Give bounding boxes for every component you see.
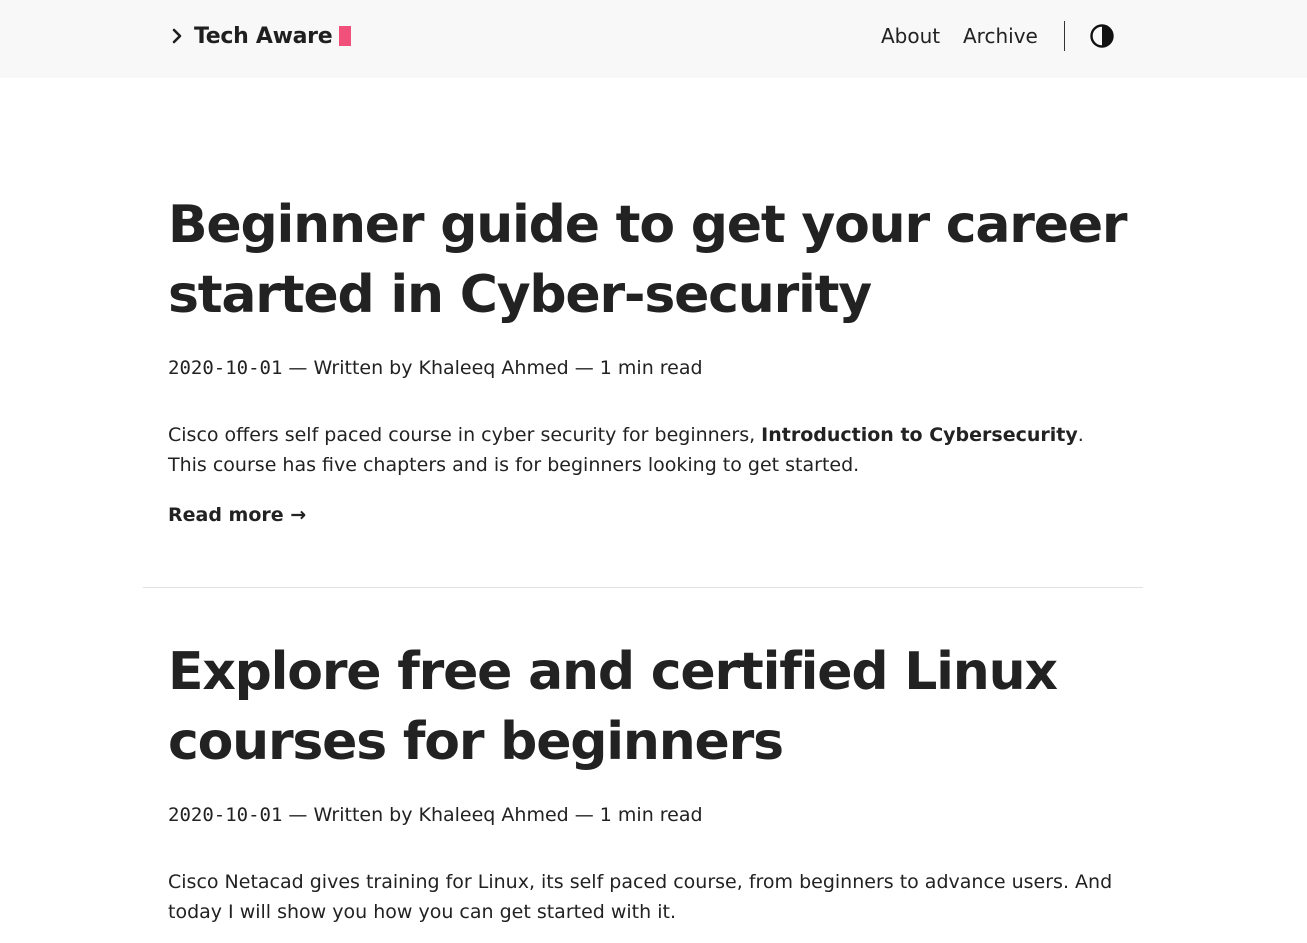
post-title-line-2: started in Cyber-security [168, 265, 872, 325]
nav-about-wrap: About [881, 22, 940, 50]
post-card: Explore free and certified Linux courses… [168, 637, 1128, 927]
post-title[interactable]: Beginner guide to get your career starte… [168, 190, 1128, 330]
post-meta-details: — Written by Khaleeq Ahmed — 1 min read [282, 357, 703, 379]
post-title-line-1: Beginner guide to get your career [168, 195, 1128, 255]
contrast-icon[interactable] [1089, 23, 1115, 49]
post-summary: Cisco Netacad gives training for Linux, … [168, 871, 1113, 923]
read-more-link[interactable]: Read more → [168, 504, 306, 526]
nav-link-about[interactable]: About [881, 24, 940, 48]
brand-logo-link[interactable]: Tech Aware [168, 22, 352, 50]
nav-link-archive[interactable]: Archive [963, 24, 1038, 48]
post-card: Beginner guide to get your career starte… [168, 190, 1128, 526]
post-separator [143, 587, 1143, 588]
brand-name: Tech Aware [194, 23, 333, 49]
nav-archive-wrap: Archive [963, 22, 1038, 50]
post-title[interactable]: Explore free and certified Linux courses… [168, 637, 1128, 777]
post-summary-text-1: Cisco offers self paced course in cyber … [168, 424, 762, 446]
post-summary-bold: Introduction to Cybersecurity [761, 424, 1078, 446]
chevron-right-icon [172, 28, 182, 44]
nav-divider [1064, 21, 1065, 51]
brand-cursor-block [339, 26, 352, 46]
post-meta: 2020-10-01 — Written by Khaleeq Ahmed — … [168, 801, 1128, 829]
post-title-line-2: courses for beginners [168, 712, 784, 772]
post-date: 2020-10-01 [168, 357, 283, 379]
post-meta-details: — Written by Khaleeq Ahmed — 1 min read [282, 804, 703, 826]
post-date: 2020-10-01 [168, 804, 283, 826]
site-header: Tech Aware About Archive [0, 0, 1307, 78]
post-summary: Cisco offers self paced course in cyber … [168, 420, 1128, 480]
post-meta: 2020-10-01 — Written by Khaleeq Ahmed — … [168, 354, 1128, 382]
post-title-line-1: Explore free and certified Linux [168, 642, 1058, 702]
